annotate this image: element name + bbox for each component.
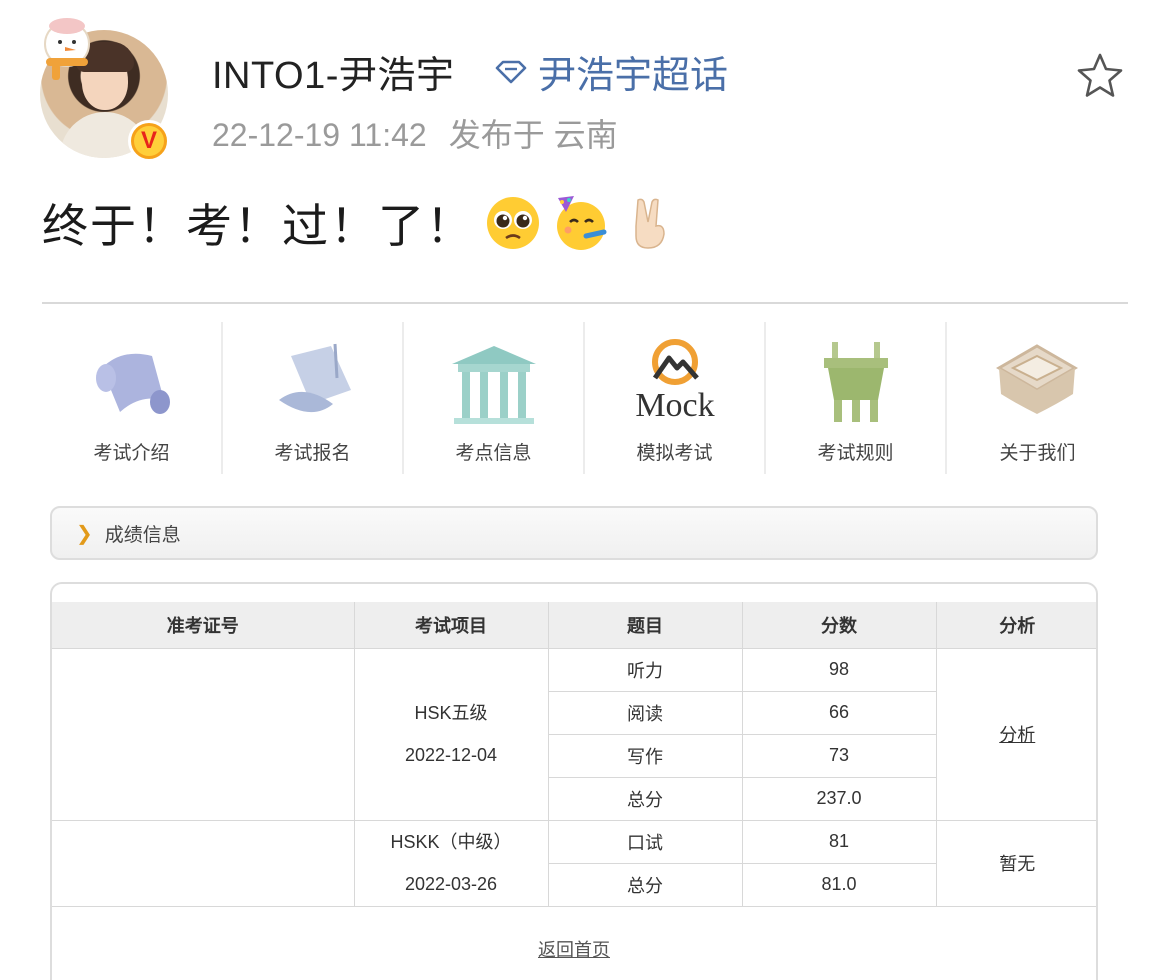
score-cell: 98 <box>741 647 937 692</box>
exam-project-name: HSK五级 <box>414 703 488 723</box>
table-header-row: 准考证号 考试项目 题目 分数 分析 <box>52 602 1096 649</box>
verified-badge: V <box>128 120 170 162</box>
subject-cell: 口试 <box>547 819 743 864</box>
supertopic-link[interactable]: 尹浩宇超话 <box>494 44 728 99</box>
column-header: 题目 <box>547 602 743 649</box>
mock-logo-text: Mock <box>635 387 714 424</box>
mock-mountain-icon: Mock <box>635 339 715 424</box>
score-cell: 81 <box>741 819 937 864</box>
score-table: 准考证号 考试项目 题目 分数 分析 HSK五级 2022-12-04 听力 9… <box>52 602 1096 907</box>
exam-project-cell: HSKK（中级） 2022-03-26 <box>353 819 549 907</box>
score-panel: 准考证号 考试项目 题目 分数 分析 HSK五级 2022-12-04 听力 9… <box>50 582 1098 980</box>
column-header: 分析 <box>935 602 1096 649</box>
column-header: 考试项目 <box>353 602 549 649</box>
table-row: HSKK（中级） 2022-03-26 口试 81 暂无 <box>52 819 1096 907</box>
admission-number-cell <box>52 647 355 821</box>
table-row: HSK五级 2022-12-04 听力 98 分析 <box>52 647 1096 821</box>
score-cell: 81.0 <box>741 862 936 907</box>
exam-site-nav: 考试介绍 考试报名 考点信息 Mock 模拟考试 考试规则 关于我们 <box>42 322 1128 482</box>
nav-item-exam-intro[interactable]: 考试介绍 <box>42 322 223 474</box>
back-home-link[interactable]: 返回首页 <box>52 936 1096 962</box>
registration-scroll-icon <box>279 343 351 413</box>
score-cell: 73 <box>741 733 936 778</box>
score-cell: 237.0 <box>741 776 936 821</box>
victory-hand-emoji <box>635 198 665 249</box>
chevron-right-icon: ❯ <box>76 521 93 545</box>
snowman-pendant-icon <box>44 18 90 80</box>
exam-date: 2022-03-26 <box>404 874 498 894</box>
jade-seal-icon <box>996 344 1078 414</box>
diamond-icon <box>495 60 527 83</box>
nav-label: 模拟考试 <box>636 443 713 464</box>
subject-cell: 阅读 <box>548 690 743 735</box>
column-header: 准考证号 <box>52 602 355 649</box>
nav-item-exam-rules[interactable]: 考试规则 <box>766 322 947 474</box>
section-title: 成绩信息 <box>104 524 181 546</box>
exam-project-name: HSKK（中级） <box>390 832 512 852</box>
nav-label: 考试介绍 <box>93 443 170 464</box>
exam-date: 2022-12-04 <box>404 745 498 765</box>
supertopic-label: 尹浩宇超话 <box>538 55 729 97</box>
nav-item-about-us[interactable]: 关于我们 <box>947 322 1128 474</box>
pleading-face-emoji <box>487 197 539 249</box>
subject-cell: 总分 <box>548 776 743 821</box>
nav-item-test-center-info[interactable]: 考点信息 <box>404 322 585 474</box>
nav-label: 考试报名 <box>274 443 351 464</box>
subject-cell: 写作 <box>548 733 743 778</box>
partying-face-emoji <box>557 196 607 250</box>
subject-cell: 总分 <box>548 862 743 907</box>
post-text: 终于！考！过！了！ <box>42 200 474 252</box>
post-timestamp: 22-12-19 11:42 <box>212 117 427 153</box>
star-outline-icon[interactable] <box>1074 50 1126 102</box>
exam-site-screenshot: 考试介绍 考试报名 考点信息 Mock 模拟考试 考试规则 关于我们 ❯ 成绩信… <box>42 302 1128 980</box>
post-meta: 22-12-19 11:42 发布于 云南 <box>212 110 618 156</box>
column-header: 分数 <box>741 602 937 649</box>
subject-cell: 听力 <box>547 647 743 692</box>
analysis-link[interactable]: 分析 <box>999 725 1035 745</box>
scroll-icon <box>96 353 170 414</box>
section-header: ❯ 成绩信息 <box>50 506 1098 560</box>
analysis-cell: 暂无 <box>935 819 1096 907</box>
post-location: 发布于 云南 <box>448 117 618 153</box>
username[interactable]: INTO1-尹浩宇 <box>212 44 454 99</box>
nav-item-mock-exam[interactable]: Mock 模拟考试 <box>585 322 766 474</box>
bronze-ding-icon <box>824 342 888 422</box>
nav-item-exam-registration[interactable]: 考试报名 <box>223 322 404 474</box>
nav-label: 考试规则 <box>817 443 894 464</box>
score-cell: 66 <box>741 690 936 735</box>
nav-label: 考点信息 <box>455 443 532 464</box>
pavilion-icon <box>452 346 536 424</box>
analysis-cell: 分析 <box>935 647 1096 821</box>
admission-number-cell <box>52 819 355 907</box>
exam-project-cell: HSK五级 2022-12-04 <box>353 647 549 821</box>
nav-label: 关于我们 <box>999 443 1076 464</box>
post-body: 终于！考！过！了！ <box>42 190 678 256</box>
